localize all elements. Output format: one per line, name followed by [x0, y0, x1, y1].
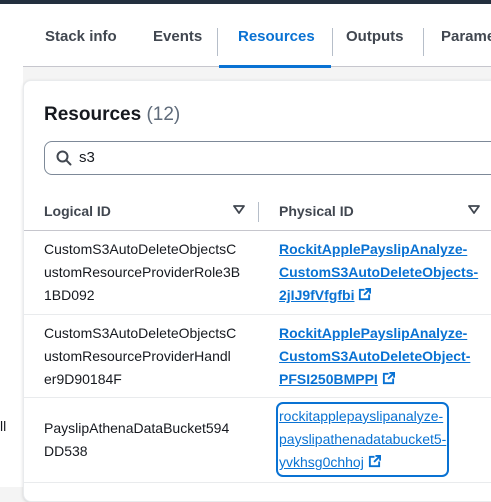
table-row: CustomS3AutoDeleteObjectsC ustomResource… — [24, 231, 491, 315]
physical-id-line: RockitApplePayslipAnalyze- — [279, 325, 468, 341]
tab-resources[interactable]: Resources — [238, 4, 315, 66]
panel-title: Resources (12) — [44, 104, 180, 126]
physical-id-link[interactable]: RockitApplePayslipAnalyze- CustomS3AutoD… — [279, 241, 478, 303]
physical-id-link[interactable]: RockitApplePayslipAnalyze- CustomS3AutoD… — [279, 325, 470, 387]
external-link-icon — [359, 288, 372, 301]
physical-id-line: yvkhsg0chhoj — [279, 454, 364, 470]
tab-parameters[interactable]: Parame — [441, 4, 491, 66]
left-side-text: ll — [0, 418, 7, 434]
physical-id-cell: rockitapplepayslipanalyze- payslipathena… — [275, 402, 489, 477]
tab-stack-info[interactable]: Stack info — [45, 4, 117, 66]
active-tab-indicator — [219, 65, 331, 68]
external-link-icon — [382, 372, 395, 385]
logical-id-line: PayslipAthenaDataBucket594 — [44, 420, 230, 436]
physical-id-line: 2jIJ9fVfgfbi — [279, 287, 355, 303]
search-input[interactable]: s3 — [44, 141, 491, 175]
search-icon — [56, 150, 72, 166]
physical-id-line: CustomS3AutoDeleteObject- — [279, 348, 471, 364]
logical-id-cell: PayslipAthenaDataBucket594 DD538 — [44, 417, 244, 463]
logical-id-cell: CustomS3AutoDeleteObjectsC ustomResource… — [44, 238, 244, 307]
physical-id-line: payslipathenadatabucket5- — [279, 431, 447, 447]
physical-id-line: rockitapplepayslipanalyze- — [279, 408, 444, 424]
logical-id-line: er9D90184F — [44, 371, 122, 387]
table-row: CustomS3AutoDeleteObjectsC ustomResource… — [24, 315, 491, 398]
resource-count: (12) — [146, 104, 181, 125]
tab-bar: Stack info Events Resources Outputs Para… — [0, 4, 491, 68]
physical-id-link[interactable]: rockitapplepayslipanalyze- payslipathena… — [275, 402, 450, 477]
physical-id-line: PFSI250BMPPI — [279, 371, 378, 387]
table-header: Logical ID Physical ID — [24, 192, 491, 231]
caret-down-icon[interactable] — [233, 205, 245, 215]
logical-id-cell: CustomS3AutoDeleteObjectsC ustomResource… — [44, 322, 244, 391]
logical-id-line: DD538 — [44, 443, 88, 459]
search-value: s3 — [79, 149, 95, 166]
tab-events[interactable]: Events — [153, 4, 202, 66]
physical-id-line: CustomS3AutoDeleteObjects- — [279, 264, 479, 280]
logical-id-line: CustomS3AutoDeleteObjectsC — [44, 241, 237, 257]
caret-down-icon[interactable] — [468, 205, 480, 215]
external-link-icon — [368, 455, 381, 468]
column-divider[interactable] — [258, 202, 259, 222]
tab-divider — [332, 28, 333, 56]
physical-id-line: RockitApplePayslipAnalyze- — [279, 241, 468, 257]
logical-id-line: CustomS3AutoDeleteObjectsC — [44, 325, 237, 341]
logical-id-line: ustomResourceProviderHandl — [44, 348, 231, 364]
column-header-physical-id[interactable]: Physical ID — [279, 192, 354, 230]
tab-outputs[interactable]: Outputs — [346, 4, 404, 66]
table-row: PayslipAthenaDataBucket594 DD538 rockita… — [24, 398, 491, 483]
column-header-logical-id[interactable]: Logical ID — [44, 192, 111, 230]
logical-id-line: ustomResourceProviderRole3B — [44, 264, 241, 280]
tab-divider — [217, 28, 218, 56]
tab-divider — [423, 28, 424, 56]
logical-id-line: 1BD092 — [44, 287, 95, 303]
physical-id-cell: RockitApplePayslipAnalyze- CustomS3AutoD… — [279, 238, 489, 307]
physical-id-cell: RockitApplePayslipAnalyze- CustomS3AutoD… — [279, 322, 489, 391]
panel-title-text: Resources — [44, 104, 142, 125]
